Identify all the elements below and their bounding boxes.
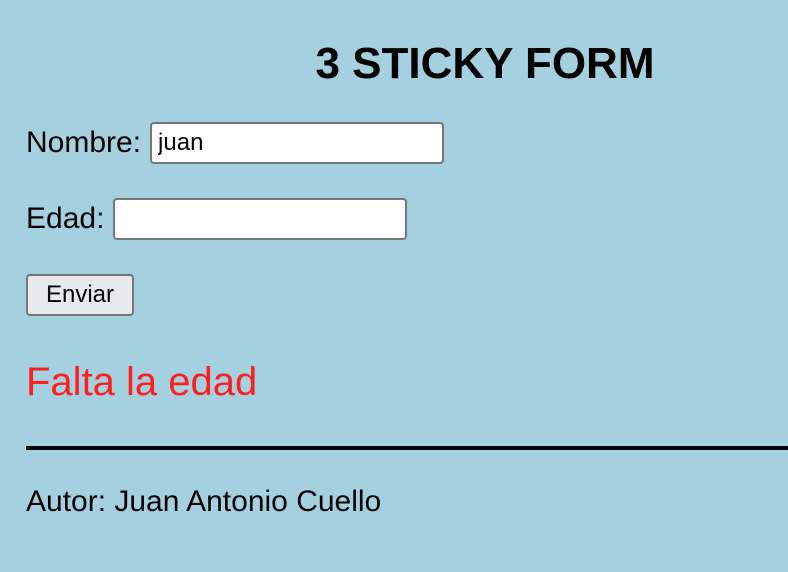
nombre-row: Nombre: bbox=[26, 122, 445, 164]
enviar-button[interactable]: Enviar bbox=[26, 274, 134, 316]
divider bbox=[26, 446, 788, 450]
edad-label: Edad: bbox=[26, 202, 105, 235]
error-message: Falta la edad bbox=[26, 360, 258, 404]
nombre-label: Nombre: bbox=[26, 126, 142, 159]
edad-input[interactable] bbox=[113, 198, 408, 240]
nombre-input[interactable] bbox=[150, 122, 445, 164]
author-text: Autor: Juan Antonio Cuello bbox=[26, 485, 382, 518]
page-title: 3 STICKY FORM bbox=[315, 39, 655, 88]
edad-row: Edad: bbox=[26, 198, 408, 240]
